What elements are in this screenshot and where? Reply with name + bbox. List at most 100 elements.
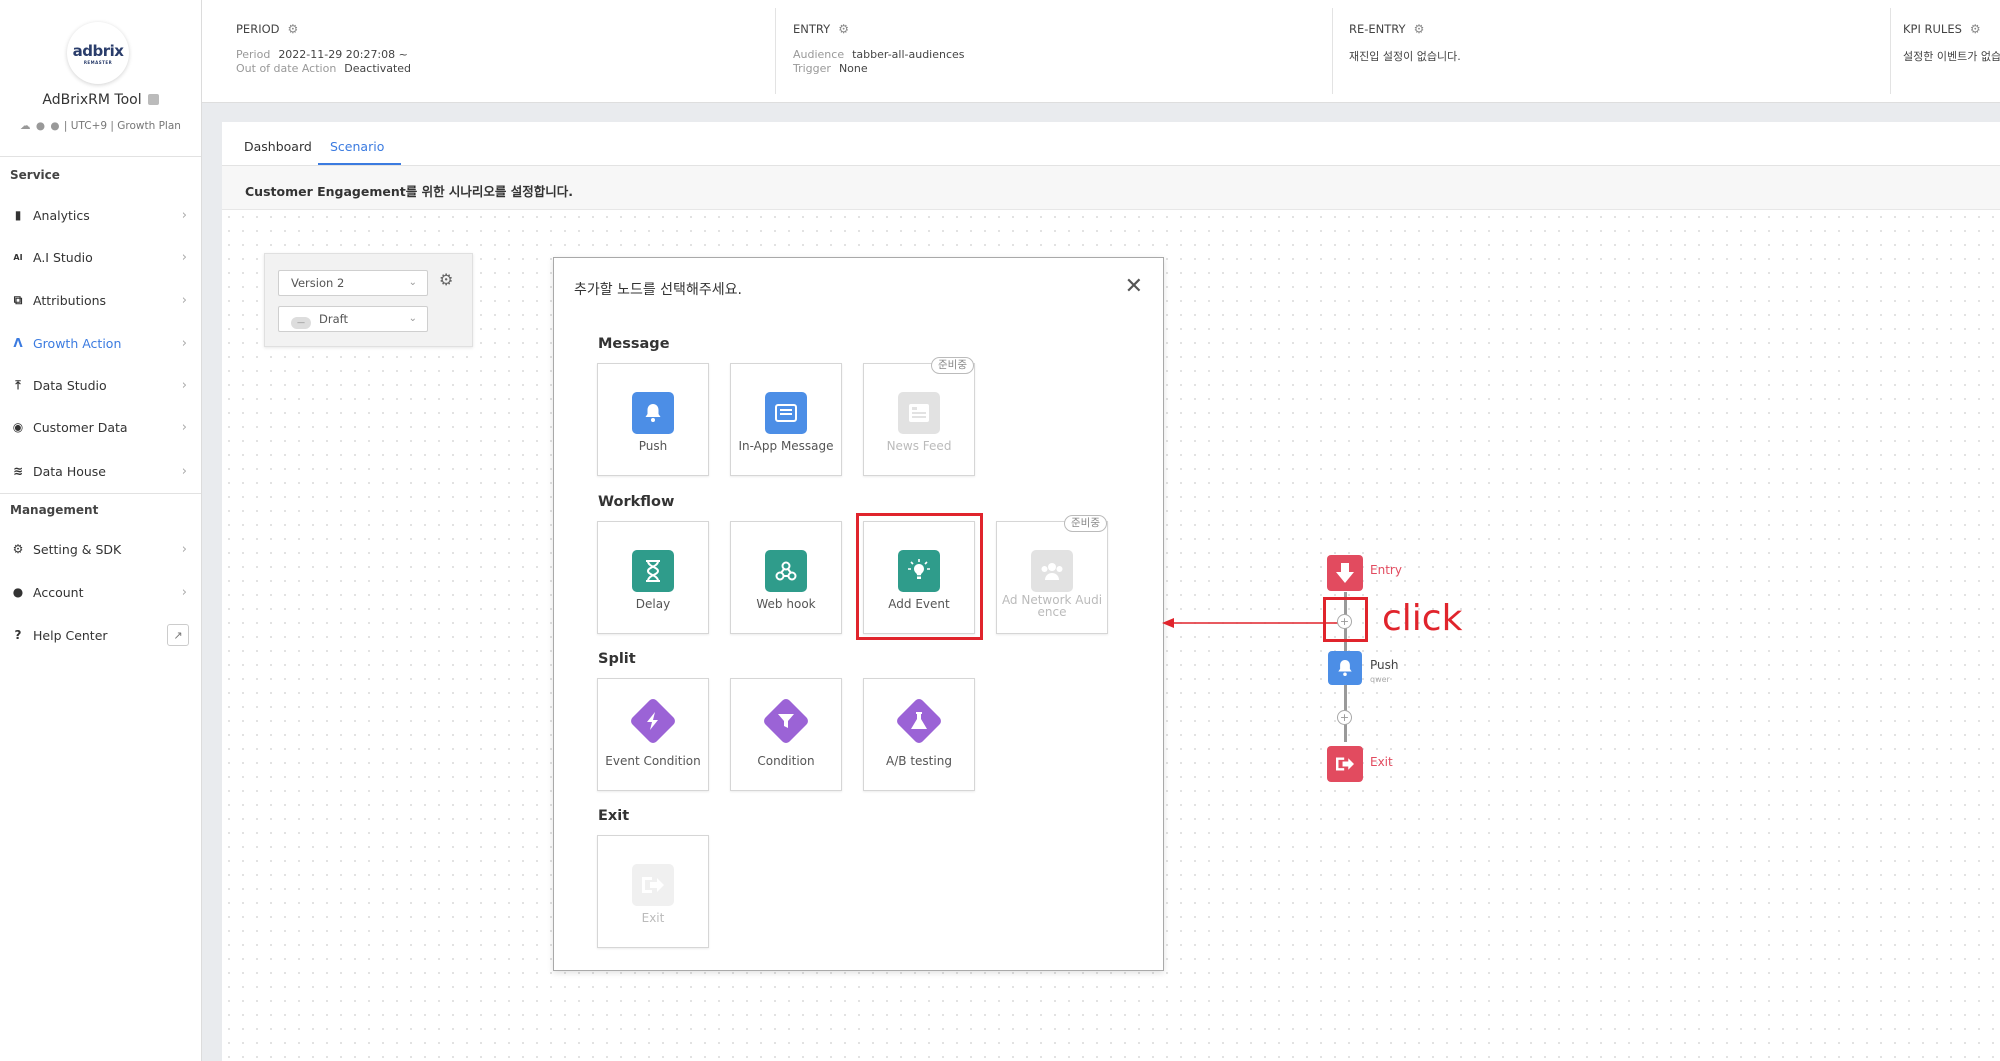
database-icon: ≋: [12, 464, 24, 478]
bell-icon: [632, 392, 674, 434]
sidebar-item-data-studio[interactable]: ⤒ Data Studio ›: [0, 368, 201, 402]
sidebar: adbrix REMASTER AdBrixRM Tool ☁ ● ● | UT…: [0, 0, 202, 1061]
version-value: Version 2: [291, 276, 345, 290]
node-card-label: Exit: [641, 911, 665, 925]
chevron-right-icon: ›: [181, 584, 187, 600]
sidebar-item-help-center[interactable]: ? Help Center ↗: [0, 618, 201, 652]
sidebar-item-customer-data[interactable]: ◉ Customer Data ›: [0, 410, 201, 444]
sidebar-item-label: Data Studio: [33, 377, 107, 393]
entry-title: ENTRY ⚙: [793, 22, 849, 36]
app-switch-icon[interactable]: [147, 94, 159, 105]
sidebar-item-label: Account: [33, 584, 84, 600]
node-card-ab-testing[interactable]: A/B testing: [863, 678, 975, 791]
sidebar-item-data-house[interactable]: ≋ Data House ›: [0, 454, 201, 488]
coming-soon-badge: 준비중: [931, 357, 974, 374]
sidebar-item-label: A.I Studio: [33, 249, 93, 265]
node-card-exit: Exit: [597, 835, 709, 948]
entry-title-label: ENTRY: [793, 22, 831, 36]
period-key: Period: [236, 48, 271, 61]
gear-icon[interactable]: ⚙: [1970, 22, 1981, 36]
reentry-row: 재진입 설정이 없습니다.: [1349, 48, 1461, 64]
status-select[interactable]: — Draft ⌄: [278, 306, 428, 332]
sidebar-item-label: Attributions: [33, 292, 107, 308]
ai-icon: AI: [13, 252, 23, 262]
sidebar-item-analytics[interactable]: ▮ Analytics ›: [0, 198, 201, 232]
annotation-arrow: [1162, 618, 1338, 628]
gear-icon[interactable]: ⚙: [288, 22, 299, 36]
add-node-plus-icon[interactable]: +: [1337, 710, 1352, 725]
version-select[interactable]: Version 2 ⌄: [278, 270, 428, 296]
period-title: PERIOD ⚙: [236, 22, 298, 36]
page-description: Customer Engagement를 위한 시나리오를 설정합니다.: [245, 184, 574, 199]
reentry-value: 재진입 설정이 없습니다.: [1349, 50, 1461, 63]
reentry-title: RE-ENTRY ⚙: [1349, 22, 1424, 36]
description-bar: Customer Engagement를 위한 시나리오를 설정합니다.: [222, 166, 2000, 210]
chevron-right-icon: ›: [181, 292, 187, 308]
reentry-title-label: RE-ENTRY: [1349, 22, 1406, 36]
gear-icon[interactable]: ⚙: [838, 22, 849, 36]
tab-scenario[interactable]: Scenario: [330, 139, 384, 154]
node-card-event-condition[interactable]: Event Condition: [597, 678, 709, 791]
add-node-modal: 추가할 노드를 선택해주세요. ✕ Message Push In-App Me…: [553, 257, 1164, 971]
node-card-label: Web hook: [756, 597, 816, 611]
out-of-date-value: Deactivated: [344, 62, 412, 75]
out-of-date-row: Out of date Action Deactivated: [236, 62, 411, 75]
node-card-news-feed: 준비중 News Feed: [863, 357, 975, 476]
chevron-down-icon: ⌄: [408, 313, 417, 324]
out-of-date-key: Out of date Action: [236, 62, 337, 75]
flow-node-exit[interactable]: [1327, 746, 1363, 782]
app-meta-text: UTC+9 | Growth Plan: [70, 120, 181, 132]
app-name[interactable]: AdBrixRM Tool: [0, 92, 201, 108]
version-panel: Version 2 ⌄ ⚙ — Draft ⌄: [264, 253, 473, 347]
sidebar-item-label: Growth Action: [33, 335, 122, 351]
sidebar-item-account[interactable]: ● Account ›: [0, 575, 201, 609]
sidebar-item-attributions[interactable]: ⧉ Attributions ›: [0, 283, 201, 317]
group-split-label: Split: [598, 651, 636, 667]
app-name-label: AdBrixRM Tool: [42, 92, 142, 108]
node-card-label: A/B testing: [886, 754, 952, 768]
chevron-right-icon: ›: [181, 249, 187, 265]
divider: [0, 493, 201, 494]
node-card-push[interactable]: Push: [597, 363, 709, 476]
app-logo[interactable]: adbrix REMASTER: [67, 22, 129, 84]
external-link-icon[interactable]: ↗: [167, 624, 189, 646]
modal-title: 추가할 노드를 선택해주세요.: [574, 282, 742, 298]
sidebar-item-setting-sdk[interactable]: ⚙ Setting & SDK ›: [0, 532, 201, 566]
flow-node-push[interactable]: [1328, 651, 1362, 685]
kpi-row: 설정한 이벤트가 없습: [1903, 48, 2000, 64]
hourglass-icon: [632, 550, 674, 592]
click-highlight-add-event: [856, 513, 983, 640]
node-card-in-app-message[interactable]: In-App Message: [730, 363, 842, 476]
status-pill-icon: —: [291, 317, 311, 329]
chevron-down-icon: ⌄: [408, 277, 417, 288]
close-icon[interactable]: ✕: [1125, 274, 1143, 299]
node-card-label: Ad Network Audience: [1001, 593, 1103, 619]
node-card-label: Delay: [635, 597, 671, 611]
gear-icon: ⚙: [12, 542, 24, 556]
group-message-label: Message: [598, 336, 670, 352]
annotation-click-text: click: [1382, 598, 1463, 639]
gear-icon[interactable]: ⚙: [1414, 22, 1425, 36]
sidebar-item-ai-studio[interactable]: AI A.I Studio ›: [0, 240, 201, 274]
kpi-value: 설정한 이벤트가 없습: [1903, 50, 2000, 63]
bell-icon: [1338, 660, 1352, 676]
audience-row: Audience tabber-all-audiences: [793, 48, 965, 61]
node-card-condition[interactable]: Condition: [730, 678, 842, 791]
node-card-web-hook[interactable]: Web hook: [730, 521, 842, 634]
gear-icon[interactable]: ⚙: [439, 270, 453, 289]
tab-bar: Dashboard Scenario: [222, 122, 2000, 166]
group-workflow-label: Workflow: [598, 494, 675, 510]
flow-node-entry[interactable]: [1327, 555, 1363, 591]
tab-dashboard[interactable]: Dashboard: [244, 139, 312, 154]
node-card-delay[interactable]: Delay: [597, 521, 709, 634]
sidebar-item-growth-action[interactable]: Λ Growth Action ›: [0, 326, 201, 360]
logo-text: adbrix: [72, 41, 124, 60]
chevron-right-icon: ›: [181, 419, 187, 435]
sidebar-item-label: Setting & SDK: [33, 541, 122, 557]
target-icon: ◉: [12, 420, 24, 434]
attribution-icon: ⧉: [13, 292, 23, 307]
section-title-service: Service: [10, 168, 60, 182]
sidebar-item-label: Customer Data: [33, 419, 128, 435]
audience-icon: [1031, 550, 1073, 592]
node-card-label: Event Condition: [605, 754, 701, 768]
